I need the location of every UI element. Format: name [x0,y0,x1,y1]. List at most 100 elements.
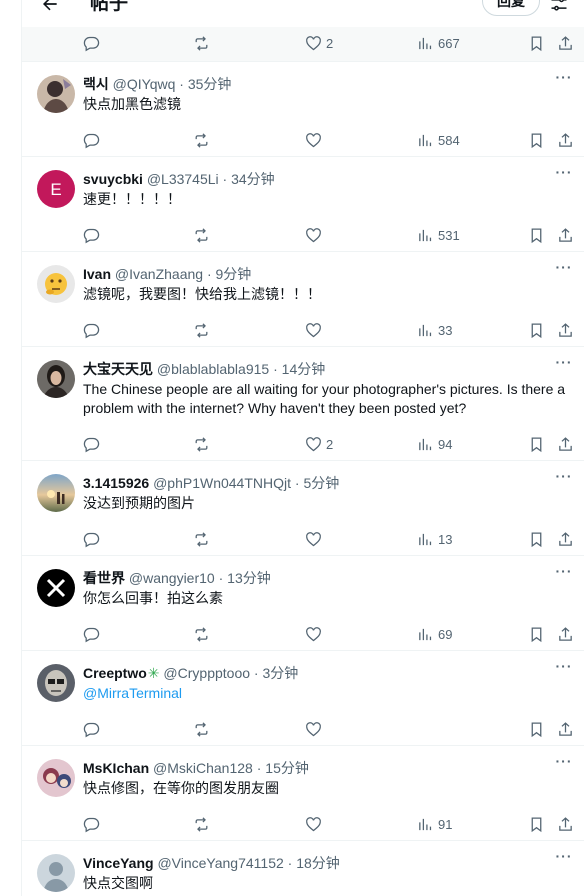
reply-item[interactable]: MsKIchan @MskiChan128 · 15分钟 ··· 快点修图，在等你的… [22,746,584,841]
like-button[interactable] [305,719,326,739]
avatar[interactable] [37,360,75,398]
adjust-icon[interactable] [549,0,569,14]
views-button[interactable]: 94 [417,434,452,454]
reply-item[interactable]: 看世界 @wangyier10 · 13分钟 ··· 你怎么回事！拍这么素 69 [22,556,584,651]
views-button[interactable]: 667 [417,33,460,53]
avatar[interactable] [37,569,75,607]
avatar[interactable] [37,75,75,113]
bookmark-icon[interactable] [528,624,545,644]
display-name[interactable]: MsKIchan [83,760,149,776]
like-button[interactable] [305,225,326,245]
timestamp[interactable]: 13分钟 [227,570,271,586]
display-name[interactable]: VinceYang [83,855,154,871]
reply-item[interactable]: 3.1415926 @phP1Wn044TNHQjt · 5分钟 ··· 没达到预期… [22,461,584,556]
like-button[interactable] [305,320,326,340]
reply-icon[interactable] [83,529,100,549]
more-options-icon[interactable]: ··· [554,564,574,582]
reply-icon[interactable] [83,33,100,53]
reply-icon[interactable] [83,719,100,739]
reply-item[interactable]: Creeptwo✳ @Cryppptooo · 3分钟 ··· @MirraTerm… [22,651,584,746]
share-icon[interactable] [557,624,574,644]
views-button[interactable]: 69 [417,624,452,644]
display-name[interactable]: 大宝天天见 [83,361,153,377]
retweet-icon[interactable] [193,225,210,245]
user-handle[interactable]: @blablablabla915 [157,361,269,377]
display-name[interactable]: 看世界 [83,570,125,586]
user-handle[interactable]: @MskiChan128 [153,760,253,776]
share-icon[interactable] [557,33,574,53]
avatar[interactable] [37,474,75,512]
bookmark-icon[interactable] [528,130,545,150]
display-name[interactable]: svuycbki [83,171,143,187]
display-name[interactable]: 랙시 [83,76,109,92]
like-button[interactable] [305,130,326,150]
timestamp[interactable]: 35分钟 [188,76,232,92]
avatar[interactable] [37,759,75,797]
reply-icon[interactable] [83,320,100,340]
more-options-icon[interactable]: ··· [554,849,574,867]
avatar[interactable] [37,265,75,303]
reply-item[interactable]: 랙시 @QIYqwq · 35分钟 ··· 快点加黑色滤镜 584 [22,62,584,157]
retweet-icon[interactable] [193,33,210,53]
bookmark-icon[interactable] [528,814,545,834]
more-options-icon[interactable]: ··· [554,355,574,373]
share-icon[interactable] [557,225,574,245]
timestamp[interactable]: 34分钟 [231,171,275,187]
reply-icon[interactable] [83,130,100,150]
share-icon[interactable] [557,320,574,340]
views-button[interactable]: 584 [417,130,460,150]
retweet-icon[interactable] [193,624,210,644]
reply-item[interactable]: 大宝天天见 @blablablabla915 · 14分钟 ··· The Chin… [22,347,584,461]
user-handle[interactable]: @VinceYang741152 [157,855,283,871]
display-name[interactable]: Ivan [83,266,111,282]
reply-icon[interactable] [83,814,100,834]
user-handle[interactable]: @phP1Wn044TNHQjt [153,475,291,491]
like-button[interactable] [305,529,326,549]
retweet-icon[interactable] [193,529,210,549]
avatar[interactable]: E [37,170,75,208]
share-icon[interactable] [557,434,574,454]
like-button[interactable]: 2 [305,434,333,454]
user-handle[interactable]: @L33745Li [147,171,219,187]
user-handle[interactable]: @Cryppptooo [163,665,250,681]
more-options-icon[interactable]: ··· [554,754,574,772]
bookmark-icon[interactable] [528,33,545,53]
timestamp[interactable]: 5分钟 [303,475,339,491]
timestamp[interactable]: 15分钟 [265,760,309,776]
retweet-icon[interactable] [193,814,210,834]
timestamp[interactable]: 14分钟 [282,361,326,377]
more-options-icon[interactable]: ··· [554,70,574,88]
timestamp[interactable]: 3分钟 [262,665,298,681]
bookmark-icon[interactable] [528,719,545,739]
more-options-icon[interactable]: ··· [554,469,574,487]
more-options-icon[interactable]: ··· [554,260,574,278]
bookmark-icon[interactable] [528,529,545,549]
views-button[interactable]: 91 [417,814,452,834]
views-button[interactable]: 531 [417,225,460,245]
more-options-icon[interactable]: ··· [554,165,574,183]
user-handle[interactable]: @wangyier10 [129,570,215,586]
avatar[interactable] [37,854,75,892]
reply-item[interactable]: VinceYang @VinceYang741152 · 18分钟 ··· 快点交图… [22,841,584,896]
views-button[interactable]: 13 [417,529,452,549]
retweet-icon[interactable] [193,719,210,739]
reply-item[interactable]: Ivan @IvanZhaang · 9分钟 ··· 滤镜呢，我要图！快给我上滤镜！… [22,252,584,347]
timestamp[interactable]: 9分钟 [216,266,252,282]
reply-item[interactable]: Esvuycbki @L33745Li · 34分钟 ··· 速更！！！！！ 531 [22,157,584,252]
more-options-icon[interactable]: ··· [554,659,574,677]
reply-icon[interactable] [83,624,100,644]
reply-icon[interactable] [83,434,100,454]
retweet-icon[interactable] [193,130,210,150]
display-name[interactable]: 3.1415926 [83,475,149,491]
bookmark-icon[interactable] [528,434,545,454]
views-button[interactable]: 33 [417,320,452,340]
timestamp[interactable]: 18分钟 [296,855,340,871]
share-icon[interactable] [557,529,574,549]
back-arrow-icon[interactable] [38,0,62,16]
like-button[interactable]: 2 [305,33,333,53]
user-handle[interactable]: @IvanZhaang [115,266,203,282]
retweet-icon[interactable] [193,320,210,340]
bookmark-icon[interactable] [528,225,545,245]
retweet-icon[interactable] [193,434,210,454]
user-handle[interactable]: @QIYqwq [113,76,176,92]
